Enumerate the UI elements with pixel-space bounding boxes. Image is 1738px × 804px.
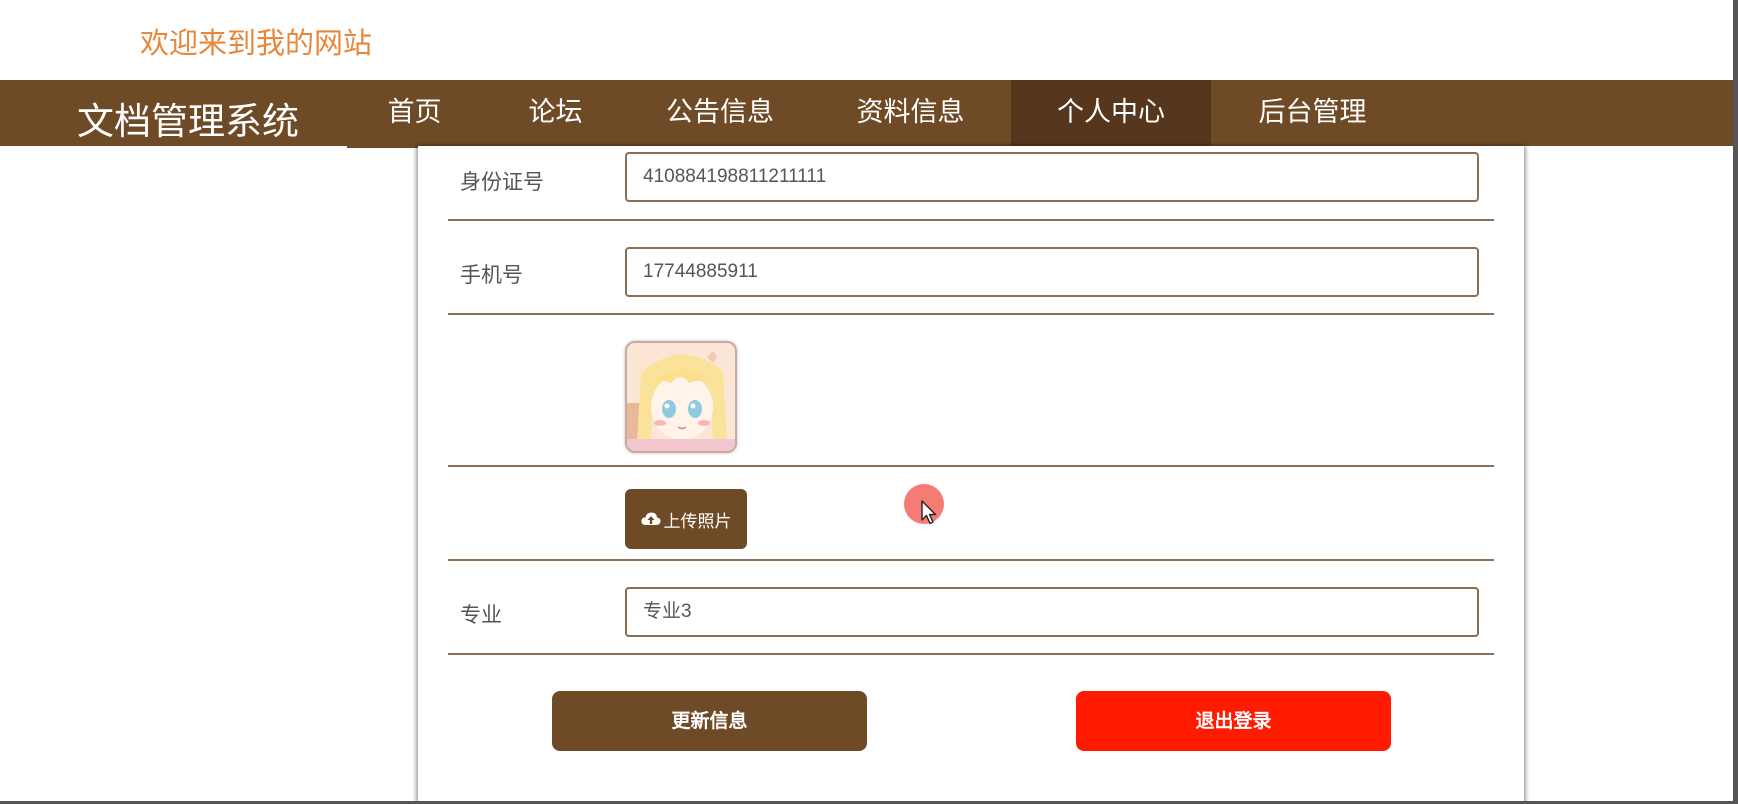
avatar-row (448, 315, 1494, 467)
major-row: 专业 专业3 (448, 561, 1494, 655)
nav-item-home[interactable]: 首页 (347, 80, 482, 148)
page: 欢迎来到我的网站 文档管理系统 首页 论坛 公告信息 资料信息 个人中心 后台管… (0, 0, 1738, 804)
anime-girl-avatar-icon (627, 343, 735, 451)
profile-panel: 身份证号 410884198811211111 手机号 17744885911 (418, 146, 1524, 804)
phone-label: 手机号 (460, 263, 523, 287)
upload-photo-label: 上传照片 (663, 511, 732, 532)
site-brand[interactable]: 文档管理系统 (77, 91, 299, 145)
nav-item-label: 公告信息 (666, 97, 774, 128)
nav-item-label: 后台管理 (1258, 97, 1367, 128)
id-number-row: 身份证号 410884198811211111 (448, 146, 1494, 221)
phone-row: 手机号 17744885911 (448, 221, 1494, 315)
id-number-input[interactable]: 410884198811211111 (625, 152, 1479, 202)
nav-item-label: 论坛 (528, 97, 583, 128)
nav-item-label: 个人中心 (1057, 97, 1165, 128)
major-input[interactable]: 专业3 (625, 587, 1479, 637)
top-navigation-bar: 文档管理系统 首页 论坛 公告信息 资料信息 个人中心 后台管理 (0, 80, 1733, 148)
upload-photo-button[interactable]: 上传照片 (625, 489, 747, 549)
upload-row: 上传照片 (448, 467, 1494, 561)
avatar-image (625, 341, 737, 453)
nav-item-label: 资料信息 (856, 97, 965, 128)
window-border-right (1733, 0, 1738, 804)
nav-item-announcements[interactable]: 公告信息 (629, 80, 811, 148)
welcome-text: 欢迎来到我的网站 (140, 26, 373, 60)
nav-item-materials[interactable]: 资料信息 (817, 80, 1004, 148)
cloud-upload-icon (640, 512, 661, 525)
nav-item-forum[interactable]: 论坛 (488, 80, 623, 148)
mouse-pointer-icon (921, 500, 937, 525)
logout-button[interactable]: 退出登录 (1076, 691, 1391, 751)
nav-item-admin[interactable]: 后台管理 (1218, 80, 1407, 148)
nav-item-label: 首页 (387, 97, 442, 128)
id-number-label: 身份证号 (460, 170, 544, 194)
phone-input[interactable]: 17744885911 (625, 247, 1479, 297)
major-label: 专业 (460, 603, 502, 627)
update-info-button[interactable]: 更新信息 (552, 691, 867, 751)
nav-item-personal-center[interactable]: 个人中心 (1011, 80, 1211, 146)
